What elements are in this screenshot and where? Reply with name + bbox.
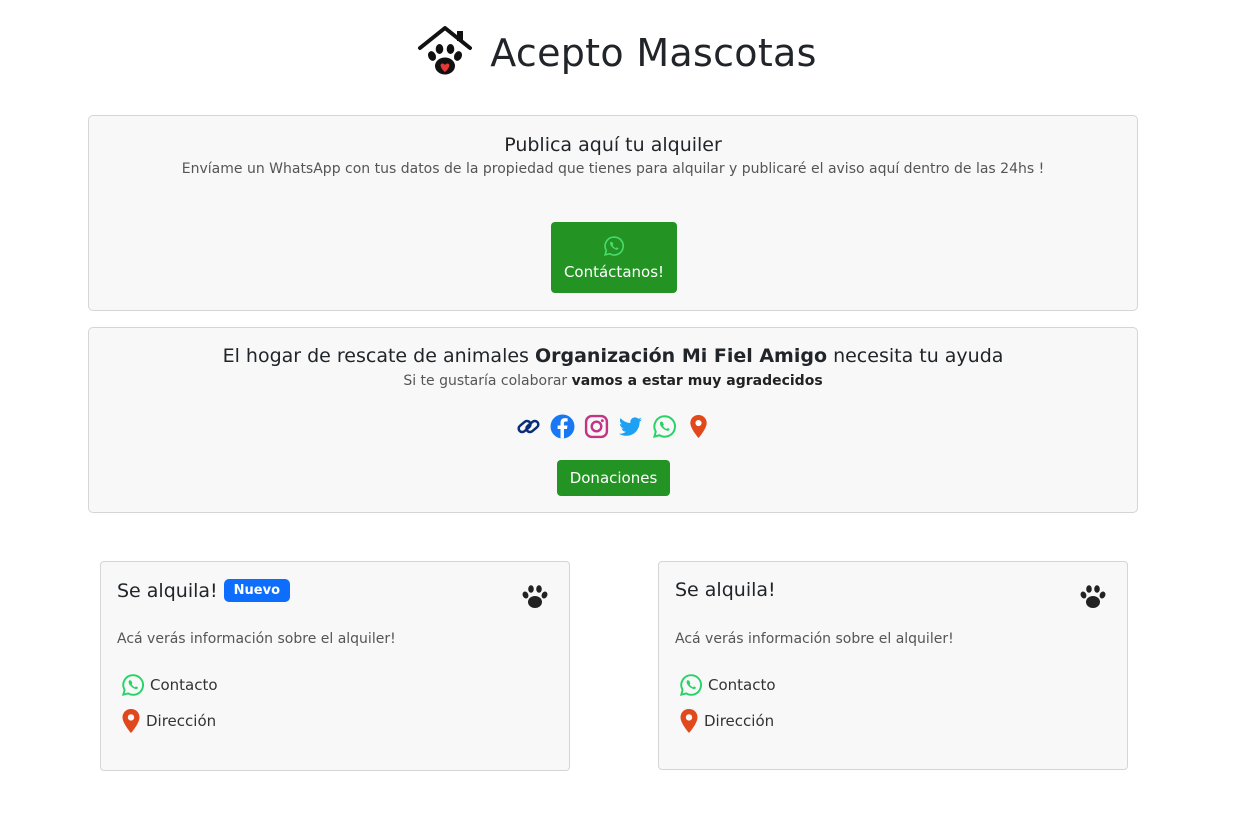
location-link[interactable] [685, 413, 711, 439]
publish-title: Publica aquí tu alquiler [504, 134, 722, 156]
listing-card: Se alquila! Acá verás información sobre … [658, 561, 1128, 770]
listing-info: Acá verás información sobre el alquiler! [117, 631, 396, 647]
paw-icon [1080, 585, 1106, 608]
whatsapp-icon [652, 414, 676, 438]
contact-button-label: Contáctanos! [563, 262, 665, 281]
rescue-panel: El hogar de rescate de animales Organiza… [88, 327, 1138, 513]
map-pin-icon [122, 709, 140, 733]
publish-panel: Publica aquí tu alquiler Envíame un What… [88, 115, 1138, 311]
contact-whatsapp-button[interactable]: Contáctanos! [551, 222, 677, 293]
publish-subtitle: Envíame un WhatsApp con tus datos de la … [181, 161, 1045, 177]
site-header: Acepto Mascotas [0, 22, 1233, 84]
instagram-link[interactable] [583, 413, 609, 439]
contact-link[interactable]: Contacto [121, 673, 218, 697]
whatsapp-link[interactable] [651, 413, 677, 439]
rescue-title: El hogar de rescate de animales Organiza… [222, 345, 1004, 367]
listing-title: Se alquila! [675, 579, 776, 601]
contact-label: Contacto [708, 676, 776, 694]
paw-icon [522, 585, 548, 608]
new-badge: Nuevo [223, 579, 290, 602]
address-label: Dirección [704, 712, 775, 730]
rescue-subtitle: Si te gustaría colaborar vamos a estar m… [403, 373, 823, 389]
website-link[interactable] [515, 413, 541, 439]
organization-name: Organización Mi Fiel Amigo [534, 345, 828, 367]
map-pin-icon [689, 414, 707, 438]
facebook-link[interactable] [549, 413, 575, 439]
address-link[interactable]: Dirección [679, 708, 774, 734]
map-pin-icon [680, 709, 698, 733]
listing-info: Acá verás información sobre el alquiler! [675, 631, 954, 647]
contact-link[interactable]: Contacto [679, 673, 776, 697]
listing-title: Se alquila! Nuevo [117, 579, 290, 602]
twitter-icon [618, 416, 642, 436]
contact-label: Contacto [150, 676, 218, 694]
listing-card: Se alquila! Nuevo Acá verás información … [100, 561, 570, 771]
address-label: Dirección [146, 712, 217, 730]
whatsapp-icon [679, 674, 702, 697]
social-links [89, 412, 1137, 440]
whatsapp-icon [603, 235, 625, 256]
site-title: Acepto Mascotas [490, 31, 817, 75]
house-paw-heart-icon [418, 26, 473, 75]
twitter-link[interactable] [617, 413, 643, 439]
whatsapp-icon [121, 674, 144, 697]
instagram-icon [584, 414, 608, 438]
link-icon [516, 419, 540, 433]
donations-button[interactable]: Donaciones [557, 460, 670, 496]
address-link[interactable]: Dirección [121, 708, 216, 734]
facebook-icon [550, 414, 574, 438]
